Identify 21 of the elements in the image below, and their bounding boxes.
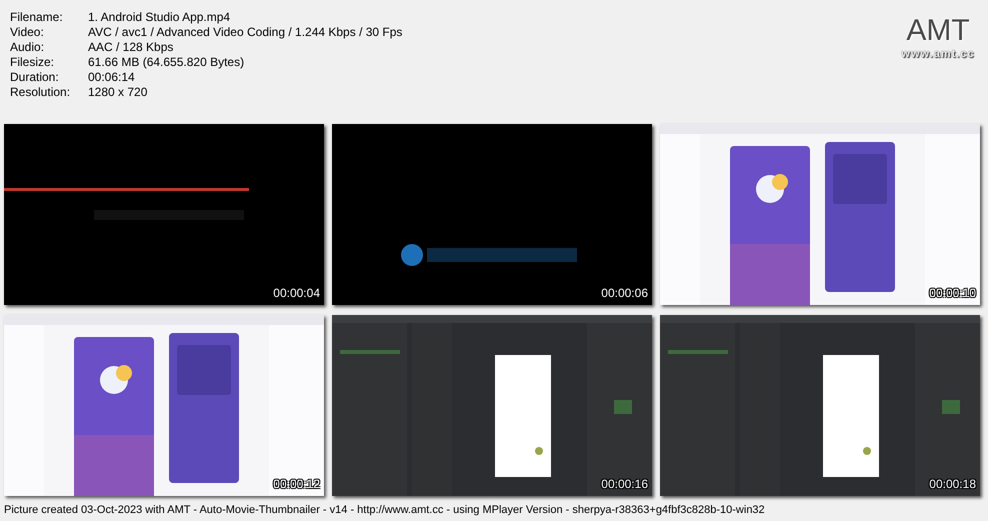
- info-label: Duration:: [10, 70, 60, 85]
- timestamp: 00:00:04: [273, 285, 320, 302]
- info-value: AAC / 128 Kbps: [88, 40, 174, 55]
- logo-url: www.amt.cc: [901, 47, 975, 62]
- info-value: 00:06:14: [88, 70, 135, 85]
- info-label: Resolution:: [10, 85, 72, 100]
- info-value: 1. Android Studio App.mp4: [88, 10, 230, 25]
- timestamp: 00:00:06: [601, 285, 648, 302]
- info-label: Audio:: [10, 40, 46, 55]
- info-label: Filesize:: [10, 55, 56, 70]
- footer-text: Picture created 03-Oct-2023 with AMT - Auto-Movie-Thumbnailer - v14 - http://www.amt.cc - using MPlayer Version - sherpya-r38363+g4fbf3c828b-10-win32: [4, 504, 765, 516]
- info-label: Video:: [10, 25, 45, 40]
- logo-title: AMT: [906, 16, 970, 46]
- info-value: 61.66 MB (64.655.820 Bytes): [88, 55, 244, 70]
- timestamp: 00:00:12: [273, 476, 320, 493]
- info-value: AVC / avc1 / Advanced Video Coding / 1.244 Kbps / 30 Fps: [88, 25, 402, 40]
- timestamp: 00:00:16: [601, 476, 648, 493]
- info-label: Filename:: [10, 10, 64, 25]
- timestamp: 00:00:18: [929, 476, 976, 493]
- timestamp: 00:00:10: [929, 285, 976, 302]
- info-value: 1280 x 720: [88, 85, 148, 100]
